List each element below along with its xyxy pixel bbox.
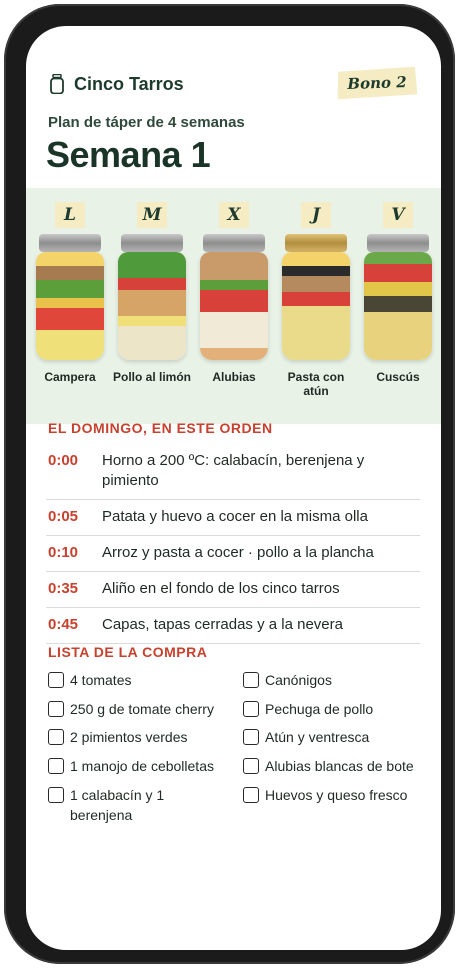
- shopping-item-label: Pechuga de pollo: [265, 701, 374, 717]
- day-letter: M: [137, 202, 167, 228]
- jar-name: Pasta con atún: [287, 370, 345, 398]
- jar-name: Campera: [44, 370, 96, 384]
- shopping-item-label: 4 tomates: [70, 672, 132, 688]
- jar-name: Pollo al limón: [112, 370, 191, 384]
- step-time: 0:45: [48, 616, 79, 633]
- sunday-steps-list: 0:00 Horno a 200 ºC: calabacín, berenjen…: [46, 444, 420, 644]
- jar-image: [282, 234, 350, 362]
- jar-logo-icon: [50, 74, 64, 94]
- shopping-item[interactable]: 250 g de tomate cherry: [48, 699, 238, 719]
- step-text: Patata y huevo a cocer en la misma olla: [102, 508, 368, 525]
- jar-image: [118, 234, 186, 362]
- shopping-item[interactable]: Pechuga de pollo: [243, 699, 428, 719]
- jar-image: [200, 234, 268, 362]
- checkbox[interactable]: [243, 729, 259, 745]
- step-text: Capas, tapas cerradas y a la nevera: [102, 616, 343, 633]
- shopping-item[interactable]: 1 manojo de cebolletas: [48, 756, 238, 776]
- shopping-item-label: 1 calabacín y 1 berenjena: [70, 787, 165, 823]
- jar-card-pollo-al-limon[interactable]: M Pollo al limón: [112, 188, 192, 424]
- checkbox[interactable]: [48, 787, 64, 803]
- step-row: 0:35 Aliño en el fondo de los cinco tarr…: [46, 572, 420, 608]
- checkbox[interactable]: [243, 701, 259, 717]
- shopping-item-label: 1 manojo de cebolletas: [70, 758, 214, 774]
- jar-band: L Campera M Pollo al limón X Alubias J P…: [26, 188, 441, 424]
- step-text: Horno a 200 ºC: calabacín, berenjena y p…: [102, 452, 365, 489]
- shopping-item-label: Huevos y queso fresco: [265, 787, 408, 803]
- step-time: 0:35: [48, 580, 79, 597]
- step-text: Arroz y pasta a cocer · pollo a la planc…: [102, 544, 374, 561]
- jar-card-alubias[interactable]: X Alubias: [194, 188, 274, 424]
- step-row: 0:45 Capas, tapas cerradas y a la nevera: [46, 608, 420, 644]
- step-time: 0:00: [48, 452, 79, 469]
- checkbox[interactable]: [243, 672, 259, 688]
- shopping-item[interactable]: Canónigos: [243, 670, 428, 690]
- checkbox[interactable]: [48, 701, 64, 717]
- shopping-item-label: Atún y ventresca: [265, 729, 370, 745]
- phone-frame: Cinco Tarros Bono 2 Plan de táper de 4 s…: [4, 4, 455, 964]
- checkbox[interactable]: [48, 758, 64, 774]
- shopping-item-label: 2 pimientos verdes: [70, 729, 188, 745]
- shopping-item[interactable]: Atún y ventresca: [243, 727, 428, 747]
- step-text: Aliño en el fondo de los cinco tarros: [102, 580, 340, 597]
- step-row: 0:10 Arroz y pasta a cocer · pollo a la …: [46, 536, 420, 572]
- shopping-item-label: Canónigos: [265, 672, 332, 688]
- step-time: 0:05: [48, 508, 79, 525]
- day-letter: J: [301, 202, 331, 228]
- shopping-item-label: Alubias blancas de bote: [265, 758, 414, 774]
- day-letter: V: [383, 202, 413, 228]
- day-letter: L: [55, 202, 85, 228]
- shopping-item[interactable]: 1 calabacín y 1 berenjena: [48, 785, 188, 825]
- shopping-section-title: LISTA DE LA COMPRA: [48, 644, 208, 660]
- week-title: Semana 1: [46, 134, 211, 175]
- shopping-item[interactable]: Alubias blancas de bote: [243, 756, 428, 776]
- step-time: 0:10: [48, 544, 79, 561]
- jar-name: Alubias: [212, 370, 256, 384]
- jar-card-cuscus[interactable]: V Cuscús: [358, 188, 438, 424]
- jar-card-campera[interactable]: L Campera: [30, 188, 110, 424]
- plan-subtitle: Plan de táper de 4 semanas: [48, 114, 245, 131]
- day-letter: X: [219, 202, 249, 228]
- step-row: 0:05 Patata y huevo a cocer en la misma …: [46, 500, 420, 536]
- jar-name: Cuscús: [376, 370, 420, 384]
- checkbox[interactable]: [243, 758, 259, 774]
- checkbox[interactable]: [48, 729, 64, 745]
- shopping-item-label: 250 g de tomate cherry: [70, 701, 214, 717]
- app-screen: Cinco Tarros Bono 2 Plan de táper de 4 s…: [26, 26, 441, 950]
- checkbox[interactable]: [48, 672, 64, 688]
- checkbox[interactable]: [243, 787, 259, 803]
- shopping-item[interactable]: 2 pimientos verdes: [48, 727, 238, 747]
- bono-badge: Bono 2: [337, 67, 418, 100]
- step-row: 0:00 Horno a 200 ºC: calabacín, berenjen…: [46, 444, 420, 500]
- brand-name: Cinco Tarros: [74, 74, 184, 94]
- jar-card-pasta-con-atun[interactable]: J Pasta con atún: [276, 188, 356, 424]
- jar-image: [36, 234, 104, 362]
- sunday-section-title: EL DOMINGO, EN ESTE ORDEN: [48, 420, 273, 436]
- shopping-item[interactable]: Huevos y queso fresco: [243, 785, 428, 805]
- shopping-item[interactable]: 4 tomates: [48, 670, 238, 690]
- app-header: Cinco Tarros Bono 2: [26, 26, 441, 106]
- jar-image: [364, 234, 432, 362]
